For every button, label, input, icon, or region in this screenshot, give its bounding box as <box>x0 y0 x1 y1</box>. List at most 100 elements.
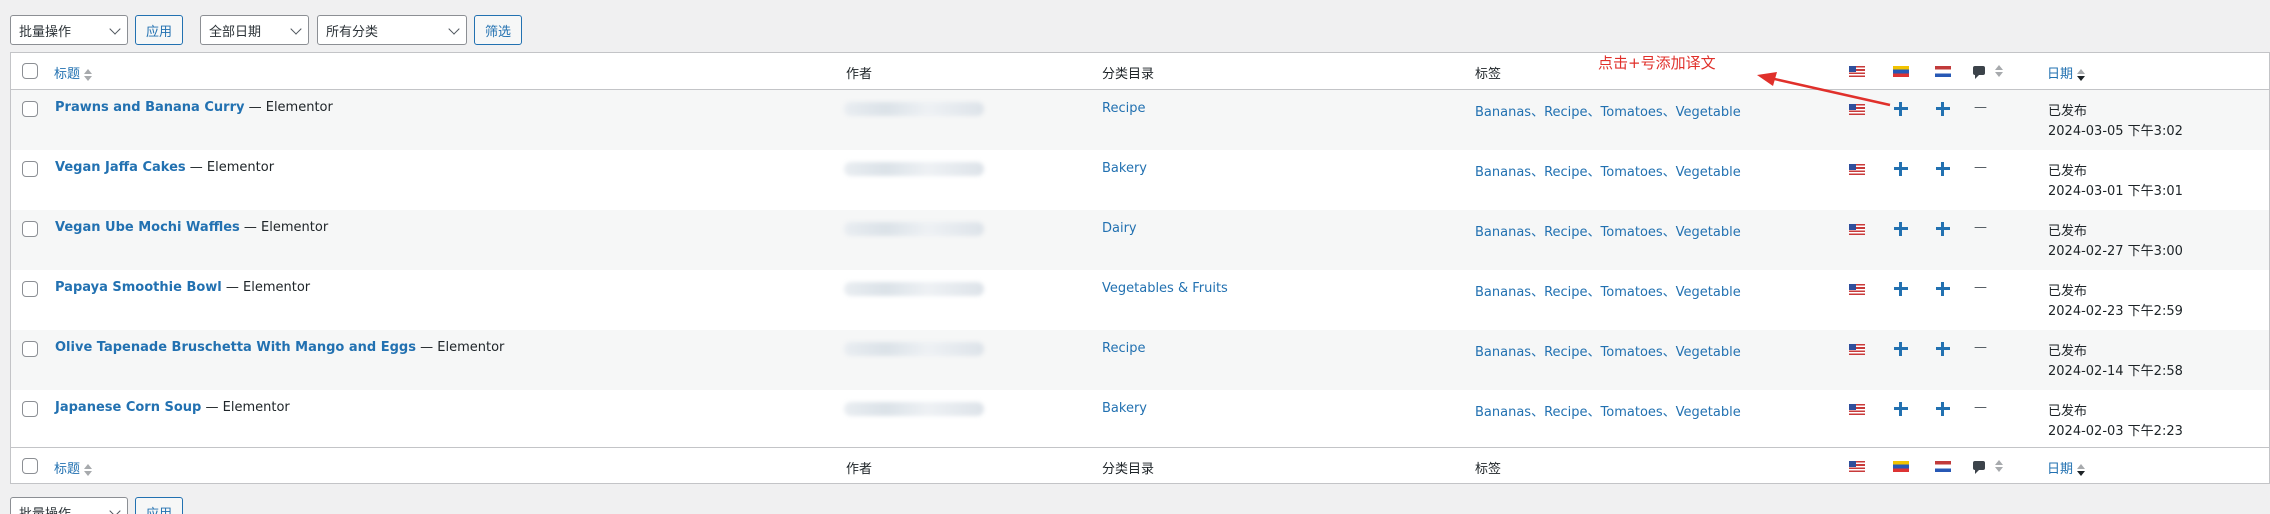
post-date: 2024-03-05 下午3:02 <box>2048 124 2183 139</box>
post-date: 2024-02-03 下午2:23 <box>2048 424 2183 439</box>
post-title-link[interactable]: Papaya Smoothie Bowl <box>55 280 222 295</box>
comment-bubble-icon <box>1973 461 1985 474</box>
table-header: 标题 作者 分类目录 标签 日期 <box>11 53 2269 90</box>
sort-icon <box>2077 463 2086 476</box>
apply-button[interactable]: 应用 <box>135 15 184 45</box>
plus-icon[interactable] <box>1936 342 1950 356</box>
select-all-checkbox[interactable] <box>22 63 38 79</box>
table-row: Prawns and Banana Curry — Elementor Reci… <box>11 90 2269 150</box>
plus-icon[interactable] <box>1894 222 1908 236</box>
us-flag-icon[interactable] <box>1849 164 1865 175</box>
netherlands-flag-icon <box>1935 66 1951 77</box>
tags-links[interactable]: Bananas、Recipe、Tomatoes、Vegetable <box>1475 341 1741 360</box>
post-date: 2024-02-14 下午2:58 <box>2048 364 2183 379</box>
select-all-checkbox[interactable] <box>22 458 38 474</box>
post-status: 已发布 <box>2048 224 2088 239</box>
us-flag-icon[interactable] <box>1849 284 1865 295</box>
category-link[interactable]: Recipe <box>1102 341 1145 356</box>
top-toolbar: 批量操作 应用 全部日期 所有分类 筛选 <box>10 15 523 45</box>
category-link[interactable]: Vegetables & Fruits <box>1102 281 1228 296</box>
plus-icon[interactable] <box>1894 342 1908 356</box>
date-column-footer[interactable]: 日期 <box>2047 458 2086 477</box>
table-footer: 标题 作者 分类目录 标签 日期 <box>11 447 2269 484</box>
row-checkbox[interactable] <box>22 341 38 357</box>
netherlands-flag-icon <box>1935 461 1951 472</box>
post-date: 2024-02-27 下午3:00 <box>2048 244 2183 259</box>
category-link[interactable]: Bakery <box>1102 401 1147 416</box>
category-link[interactable]: Recipe <box>1102 101 1145 116</box>
plus-icon[interactable] <box>1936 102 1950 116</box>
author-redacted <box>844 282 984 296</box>
plus-icon[interactable] <box>1894 402 1908 416</box>
post-status: 已发布 <box>2048 104 2088 119</box>
author-redacted <box>844 162 984 176</box>
post-title-link[interactable]: Vegan Jaffa Cakes <box>55 160 186 175</box>
comment-count: — <box>1974 100 1987 115</box>
tags-links[interactable]: Bananas、Recipe、Tomatoes、Vegetable <box>1475 281 1741 300</box>
row-checkbox[interactable] <box>22 161 38 177</box>
post-status: 已发布 <box>2048 344 2088 359</box>
tags-links[interactable]: Bananas、Recipe、Tomatoes、Vegetable <box>1475 101 1741 120</box>
comment-bubble-icon <box>1973 66 1985 79</box>
post-status: 已发布 <box>2048 164 2088 179</box>
row-checkbox[interactable] <box>22 281 38 297</box>
bulk-action-select[interactable]: 批量操作 <box>10 15 128 45</box>
tags-links[interactable]: Bananas、Recipe、Tomatoes、Vegetable <box>1475 221 1741 240</box>
bottom-toolbar: 批量操作 应用 <box>10 497 184 514</box>
row-checkbox[interactable] <box>22 101 38 117</box>
categories-column-header: 分类目录 <box>1102 67 1155 82</box>
post-suffix: — Elementor <box>225 280 311 295</box>
bulk-action-select[interactable]: 批量操作 <box>10 497 128 514</box>
author-column-footer: 作者 <box>846 462 873 477</box>
sort-icon[interactable] <box>1995 65 2003 77</box>
tags-column-header: 标签 <box>1475 67 1502 82</box>
table-row: Papaya Smoothie Bowl — Elementor Vegetab… <box>11 270 2269 330</box>
post-suffix: — Elementor <box>420 340 505 355</box>
post-suffix: — Elementor <box>243 220 329 235</box>
date-column-header[interactable]: 日期 <box>2047 63 2086 82</box>
chevron-down-icon <box>109 505 121 514</box>
tags-links[interactable]: Bananas、Recipe、Tomatoes、Vegetable <box>1475 401 1741 420</box>
author-redacted <box>844 222 984 236</box>
plus-icon[interactable] <box>1936 222 1950 236</box>
post-title-link[interactable]: Japanese Corn Soup <box>55 400 201 415</box>
row-checkbox[interactable] <box>22 401 38 417</box>
us-flag-icon <box>1849 461 1865 472</box>
plus-icon[interactable] <box>1894 102 1908 116</box>
plus-icon[interactable] <box>1894 162 1908 176</box>
post-date: 2024-03-01 下午3:01 <box>2048 184 2183 199</box>
category-link[interactable]: Bakery <box>1102 161 1147 176</box>
title-column-footer[interactable]: 标题 <box>54 458 93 477</box>
us-flag-icon[interactable] <box>1849 104 1865 115</box>
category-link[interactable]: Dairy <box>1102 221 1137 236</box>
comment-count: — <box>1974 340 1987 355</box>
title-column-header[interactable]: 标题 <box>54 63 93 82</box>
post-title-link[interactable]: Prawns and Banana Curry <box>55 100 244 115</box>
tags-links[interactable]: Bananas、Recipe、Tomatoes、Vegetable <box>1475 161 1741 180</box>
plus-icon[interactable] <box>1894 282 1908 296</box>
us-flag-icon[interactable] <box>1849 224 1865 235</box>
category-filter-select[interactable]: 所有分类 <box>317 15 468 45</box>
tags-column-footer: 标签 <box>1475 462 1502 477</box>
table-row: Vegan Ube Mochi Waffles — Elementor Dair… <box>11 210 2269 270</box>
date-filter-select[interactable]: 全部日期 <box>200 15 310 45</box>
filter-button[interactable]: 筛选 <box>474 15 523 45</box>
plus-icon[interactable] <box>1936 282 1950 296</box>
post-title-link[interactable]: Olive Tapenade Bruschetta With Mango and… <box>55 340 416 355</box>
author-redacted <box>844 402 984 416</box>
table-row: Vegan Jaffa Cakes — Elementor Bakery Ban… <box>11 150 2269 210</box>
plus-icon[interactable] <box>1936 162 1950 176</box>
us-flag-icon[interactable] <box>1849 344 1865 355</box>
author-redacted <box>844 102 984 116</box>
apply-button[interactable]: 应用 <box>135 497 184 514</box>
sort-icon[interactable] <box>1995 460 2003 472</box>
post-suffix: — Elementor <box>248 100 333 115</box>
post-status: 已发布 <box>2048 404 2088 419</box>
plus-icon[interactable] <box>1936 402 1950 416</box>
row-checkbox[interactable] <box>22 221 38 237</box>
us-flag-icon[interactable] <box>1849 404 1865 415</box>
comment-count: — <box>1974 160 1987 175</box>
categories-column-footer: 分类目录 <box>1102 462 1155 477</box>
post-title-link[interactable]: Vegan Ube Mochi Waffles <box>55 220 240 235</box>
author-column-header: 作者 <box>846 67 873 82</box>
